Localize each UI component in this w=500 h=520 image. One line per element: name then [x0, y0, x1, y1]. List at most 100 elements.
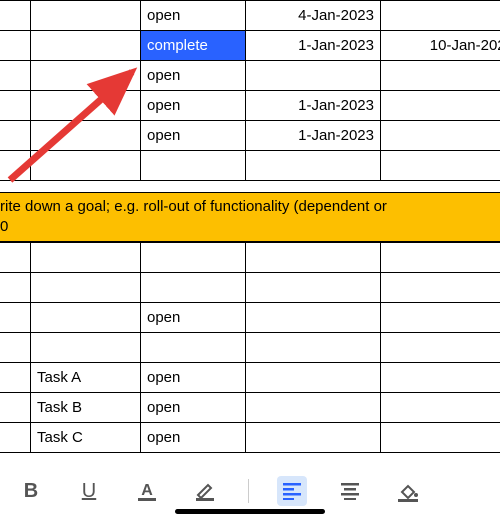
cell[interactable]: 1-Jan-2023	[246, 91, 381, 121]
cell[interactable]	[246, 303, 381, 333]
cell[interactable]	[31, 273, 141, 303]
sheet-grid-lower[interactable]: openTask AopenTask BopenTask Copen	[0, 242, 500, 453]
cell[interactable]	[0, 393, 31, 423]
cell[interactable]	[246, 61, 381, 91]
text-color-icon: A	[136, 480, 158, 502]
cell[interactable]	[31, 243, 141, 273]
toolbar-separator	[248, 479, 249, 503]
table-row[interactable]: complete1-Jan-202310-Jan-2023	[0, 31, 500, 61]
text-color-button[interactable]: A	[132, 476, 162, 506]
cell[interactable]: open	[141, 303, 246, 333]
cell[interactable]	[0, 303, 31, 333]
cell[interactable]	[246, 333, 381, 363]
cell[interactable]	[246, 273, 381, 303]
cell[interactable]	[0, 273, 31, 303]
cell[interactable]	[246, 363, 381, 393]
cell[interactable]	[381, 151, 500, 181]
cell[interactable]	[381, 91, 500, 121]
cell[interactable]: open	[141, 1, 246, 31]
table-row[interactable]: open1-Jan-2023	[0, 91, 500, 121]
bold-icon: B	[24, 480, 38, 503]
table-row[interactable]: Task Copen	[0, 423, 500, 453]
cell[interactable]	[381, 121, 500, 151]
cell[interactable]: 10-Jan-2023	[381, 31, 500, 61]
cell[interactable]	[31, 303, 141, 333]
cell[interactable]	[0, 1, 31, 31]
table-row[interactable]: open	[0, 303, 500, 333]
cell[interactable]	[0, 333, 31, 363]
cell[interactable]	[141, 151, 246, 181]
cell[interactable]	[0, 31, 31, 61]
cell[interactable]	[0, 151, 31, 181]
bold-button[interactable]: B	[16, 476, 46, 506]
cell[interactable]: 4-Jan-2023	[246, 1, 381, 31]
cell[interactable]	[31, 151, 141, 181]
highlight-button[interactable]	[190, 476, 220, 506]
cell[interactable]	[381, 273, 500, 303]
cell[interactable]	[246, 151, 381, 181]
cell[interactable]	[381, 303, 500, 333]
cell[interactable]	[141, 273, 246, 303]
banner-line1: rite down a goal; e.g. roll-out of funct…	[0, 198, 387, 215]
cell[interactable]: open	[141, 423, 246, 453]
cell[interactable]: Task A	[31, 363, 141, 393]
cell[interactable]	[381, 243, 500, 273]
spreadsheet-viewport: open4-Jan-2023complete1-Jan-202310-Jan-2…	[0, 0, 500, 520]
align-left-icon	[282, 482, 302, 500]
cell[interactable]	[381, 363, 500, 393]
cell[interactable]	[0, 91, 31, 121]
cell[interactable]: open	[141, 91, 246, 121]
table-row[interactable]: open4-Jan-2023	[0, 1, 500, 31]
banner-line2: 0	[0, 218, 8, 235]
table-row[interactable]	[0, 333, 500, 363]
cell[interactable]	[31, 61, 141, 91]
cell[interactable]: Task B	[31, 393, 141, 423]
cell[interactable]	[246, 423, 381, 453]
table-bottom[interactable]: openTask AopenTask BopenTask Copen	[0, 242, 500, 453]
cell[interactable]: open	[141, 61, 246, 91]
cell[interactable]	[0, 423, 31, 453]
cell[interactable]	[381, 61, 500, 91]
table-top[interactable]: open4-Jan-2023complete1-Jan-202310-Jan-2…	[0, 0, 500, 181]
cell[interactable]	[246, 243, 381, 273]
cell[interactable]	[141, 243, 246, 273]
highlight-icon	[194, 480, 216, 502]
cell[interactable]	[381, 393, 500, 423]
cell[interactable]: open	[141, 121, 246, 151]
cell[interactable]: open	[141, 393, 246, 423]
align-left-button[interactable]	[277, 476, 307, 506]
sheet-grid[interactable]: open4-Jan-2023complete1-Jan-202310-Jan-2…	[0, 0, 500, 181]
fill-color-icon	[396, 480, 420, 502]
home-indicator	[175, 509, 325, 514]
cell[interactable]	[31, 91, 141, 121]
cell[interactable]	[0, 243, 31, 273]
cell[interactable]	[381, 333, 500, 363]
cell[interactable]	[0, 61, 31, 91]
cell[interactable]: 1-Jan-2023	[246, 121, 381, 151]
cell[interactable]	[31, 333, 141, 363]
underline-button[interactable]: U	[74, 476, 104, 506]
cell[interactable]	[31, 121, 141, 151]
cell[interactable]	[31, 1, 141, 31]
cell[interactable]	[381, 1, 500, 31]
cell[interactable]	[141, 333, 246, 363]
cell[interactable]	[381, 423, 500, 453]
table-row[interactable]	[0, 151, 500, 181]
table-row[interactable]: open	[0, 61, 500, 91]
cell[interactable]: complete	[141, 31, 246, 61]
cell[interactable]: 1-Jan-2023	[246, 31, 381, 61]
cell[interactable]	[31, 31, 141, 61]
cell[interactable]	[246, 393, 381, 423]
table-row[interactable]	[0, 273, 500, 303]
table-row[interactable]: open1-Jan-2023	[0, 121, 500, 151]
table-row[interactable]: Task Bopen	[0, 393, 500, 423]
align-center-button[interactable]	[335, 476, 365, 506]
cell[interactable]	[0, 121, 31, 151]
cell[interactable]: Task C	[31, 423, 141, 453]
table-row[interactable]	[0, 243, 500, 273]
milestone-banner[interactable]: rite down a goal; e.g. roll-out of funct…	[0, 192, 500, 242]
table-row[interactable]: Task Aopen	[0, 363, 500, 393]
fill-color-button[interactable]	[393, 476, 423, 506]
cell[interactable]: open	[141, 363, 246, 393]
cell[interactable]	[0, 363, 31, 393]
